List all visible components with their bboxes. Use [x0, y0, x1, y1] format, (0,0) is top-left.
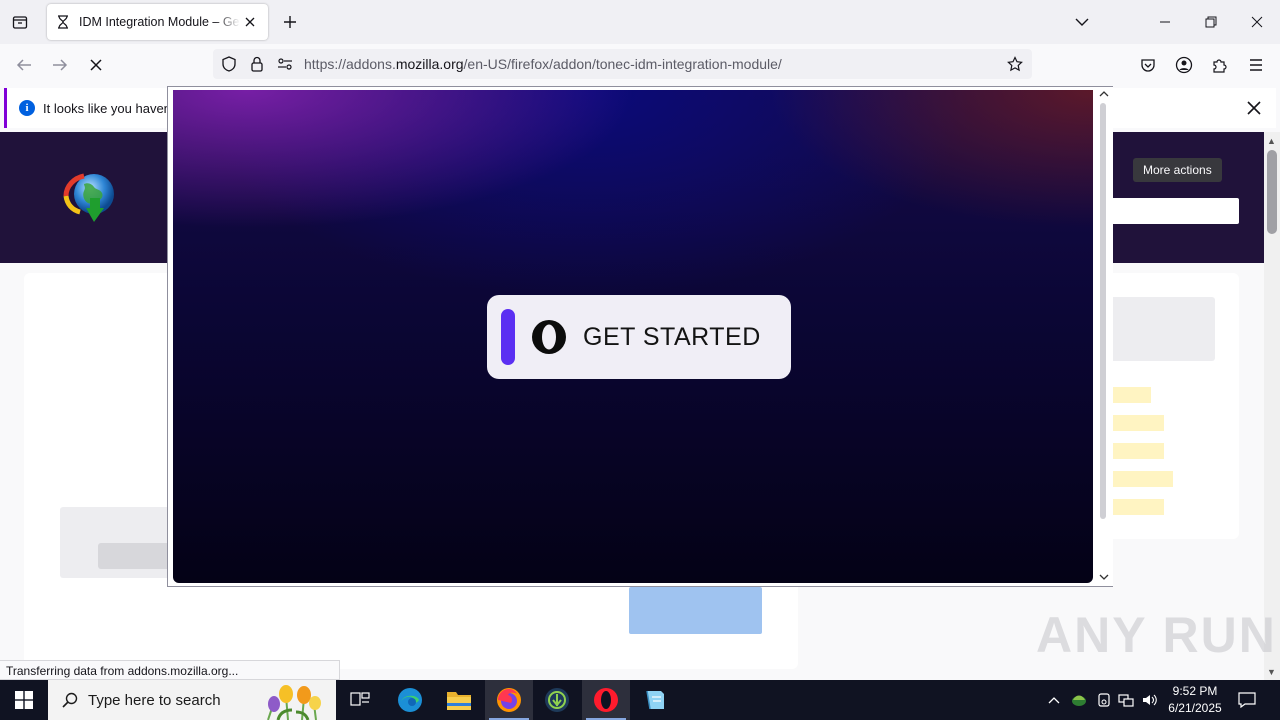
stop-loading-icon[interactable] — [83, 52, 109, 78]
placeholder-bar — [98, 543, 178, 569]
popup-scrollbar-thumb[interactable] — [1100, 103, 1106, 519]
anyrun-watermark: ANY RUN — [1036, 607, 1277, 663]
page-scrollbar[interactable]: ▲ ▼ — [1264, 132, 1280, 680]
idm-logo-icon — [62, 168, 122, 228]
firefox-view-icon[interactable] — [8, 10, 32, 34]
scroll-up-arrow-icon[interactable] — [1097, 87, 1111, 101]
opera-logo-icon — [531, 319, 567, 355]
close-tab-icon[interactable] — [240, 12, 260, 32]
clock-date: 6/21/2025 — [1168, 701, 1222, 715]
windows-start-icon[interactable] — [0, 680, 48, 720]
status-panel: Transferring data from addons.mozilla.or… — [0, 660, 340, 680]
volume-icon[interactable] — [1140, 680, 1160, 720]
new-tab-icon[interactable] — [280, 12, 300, 32]
system-clock[interactable]: 9:52 PM 6/21/2025 — [1160, 683, 1230, 717]
show-hidden-icons-chevron-icon[interactable] — [1044, 680, 1064, 720]
bookmark-star-icon[interactable] — [1004, 53, 1026, 75]
tracking-shield-icon[interactable] — [218, 53, 240, 75]
taskbar-search-box[interactable]: Type here to search — [48, 680, 336, 720]
extensions-puzzle-icon[interactable] — [1207, 52, 1233, 78]
popup-ad-content: GET STARTED — [173, 90, 1093, 583]
vpn-tray-icon[interactable] — [1068, 680, 1090, 720]
restore-icon[interactable] — [1188, 0, 1234, 44]
site-search-input[interactable] — [1100, 198, 1239, 224]
get-started-button[interactable]: GET STARTED — [487, 295, 791, 379]
hamburger-menu-icon[interactable] — [1243, 52, 1269, 78]
search-icon — [60, 690, 80, 710]
notepad-app-icon[interactable] — [631, 680, 679, 720]
forward-arrow-icon[interactable] — [47, 52, 73, 78]
url-bar[interactable]: https://addons.mozilla.org/en-US/firefox… — [213, 49, 1032, 79]
tulips-illustration-icon — [258, 682, 330, 720]
network-icon[interactable] — [1116, 680, 1136, 720]
firefox-taskbar-icon[interactable] — [485, 680, 533, 720]
add-to-firefox-button[interactable] — [629, 587, 762, 634]
vpn-app-icon[interactable] — [533, 680, 581, 720]
notifications-icon[interactable] — [1236, 680, 1258, 720]
opera-taskbar-icon[interactable] — [582, 680, 630, 720]
task-view-icon[interactable] — [336, 680, 384, 720]
hourglass-icon — [55, 14, 71, 30]
lock-icon[interactable] — [246, 53, 268, 75]
url-text[interactable]: https://addons.mozilla.org/en-US/firefox… — [304, 56, 782, 72]
close-window-icon[interactable] — [1234, 0, 1280, 44]
device-tray-icon[interactable] — [1094, 680, 1114, 720]
permissions-icon[interactable] — [274, 53, 296, 75]
placeholder-block — [1100, 297, 1215, 361]
scroll-up-arrow-icon[interactable]: ▲ — [1267, 136, 1276, 146]
tab-title: IDM Integration Module – Get this Extens… — [79, 15, 240, 29]
scrollbar-thumb[interactable] — [1267, 150, 1277, 234]
back-arrow-icon[interactable] — [11, 52, 37, 78]
close-notification-icon[interactable] — [1244, 98, 1264, 118]
pocket-icon[interactable] — [1135, 52, 1161, 78]
url-host: mozilla.org — [395, 56, 464, 72]
notification-text: It looks like you haven't — [43, 100, 177, 116]
scroll-down-arrow-icon[interactable]: ▼ — [1267, 667, 1276, 677]
info-icon: i — [19, 100, 35, 116]
popup-scrollbar[interactable] — [1097, 87, 1113, 586]
minimize-icon[interactable] — [1142, 0, 1188, 44]
navigation-toolbar: https://addons.mozilla.org/en-US/firefox… — [0, 44, 1280, 86]
url-prefix: https://addons. — [304, 56, 396, 72]
edge-browser-icon[interactable] — [386, 680, 434, 720]
windows-taskbar: Type here to search 9:52 PM 6/21/2025 — [0, 680, 1280, 720]
accent-bar — [501, 309, 515, 365]
chevron-down-icon[interactable] — [1072, 12, 1092, 32]
search-placeholder: Type here to search — [88, 691, 221, 709]
more-actions-tooltip: More actions — [1133, 158, 1222, 182]
file-explorer-icon[interactable] — [435, 680, 483, 720]
get-started-label: GET STARTED — [583, 322, 761, 351]
url-path: /en-US/firefox/addon/tonec-idm-integrati… — [463, 56, 782, 72]
tab-strip: IDM Integration Module – Get this Extens… — [0, 0, 1280, 44]
tab-idm-integration[interactable]: IDM Integration Module – Get this Extens… — [47, 4, 268, 40]
account-icon[interactable] — [1171, 52, 1197, 78]
clock-time: 9:52 PM — [1172, 684, 1218, 698]
popup-window: GET STARTED — [167, 86, 1113, 587]
scroll-down-arrow-icon[interactable] — [1097, 570, 1111, 584]
